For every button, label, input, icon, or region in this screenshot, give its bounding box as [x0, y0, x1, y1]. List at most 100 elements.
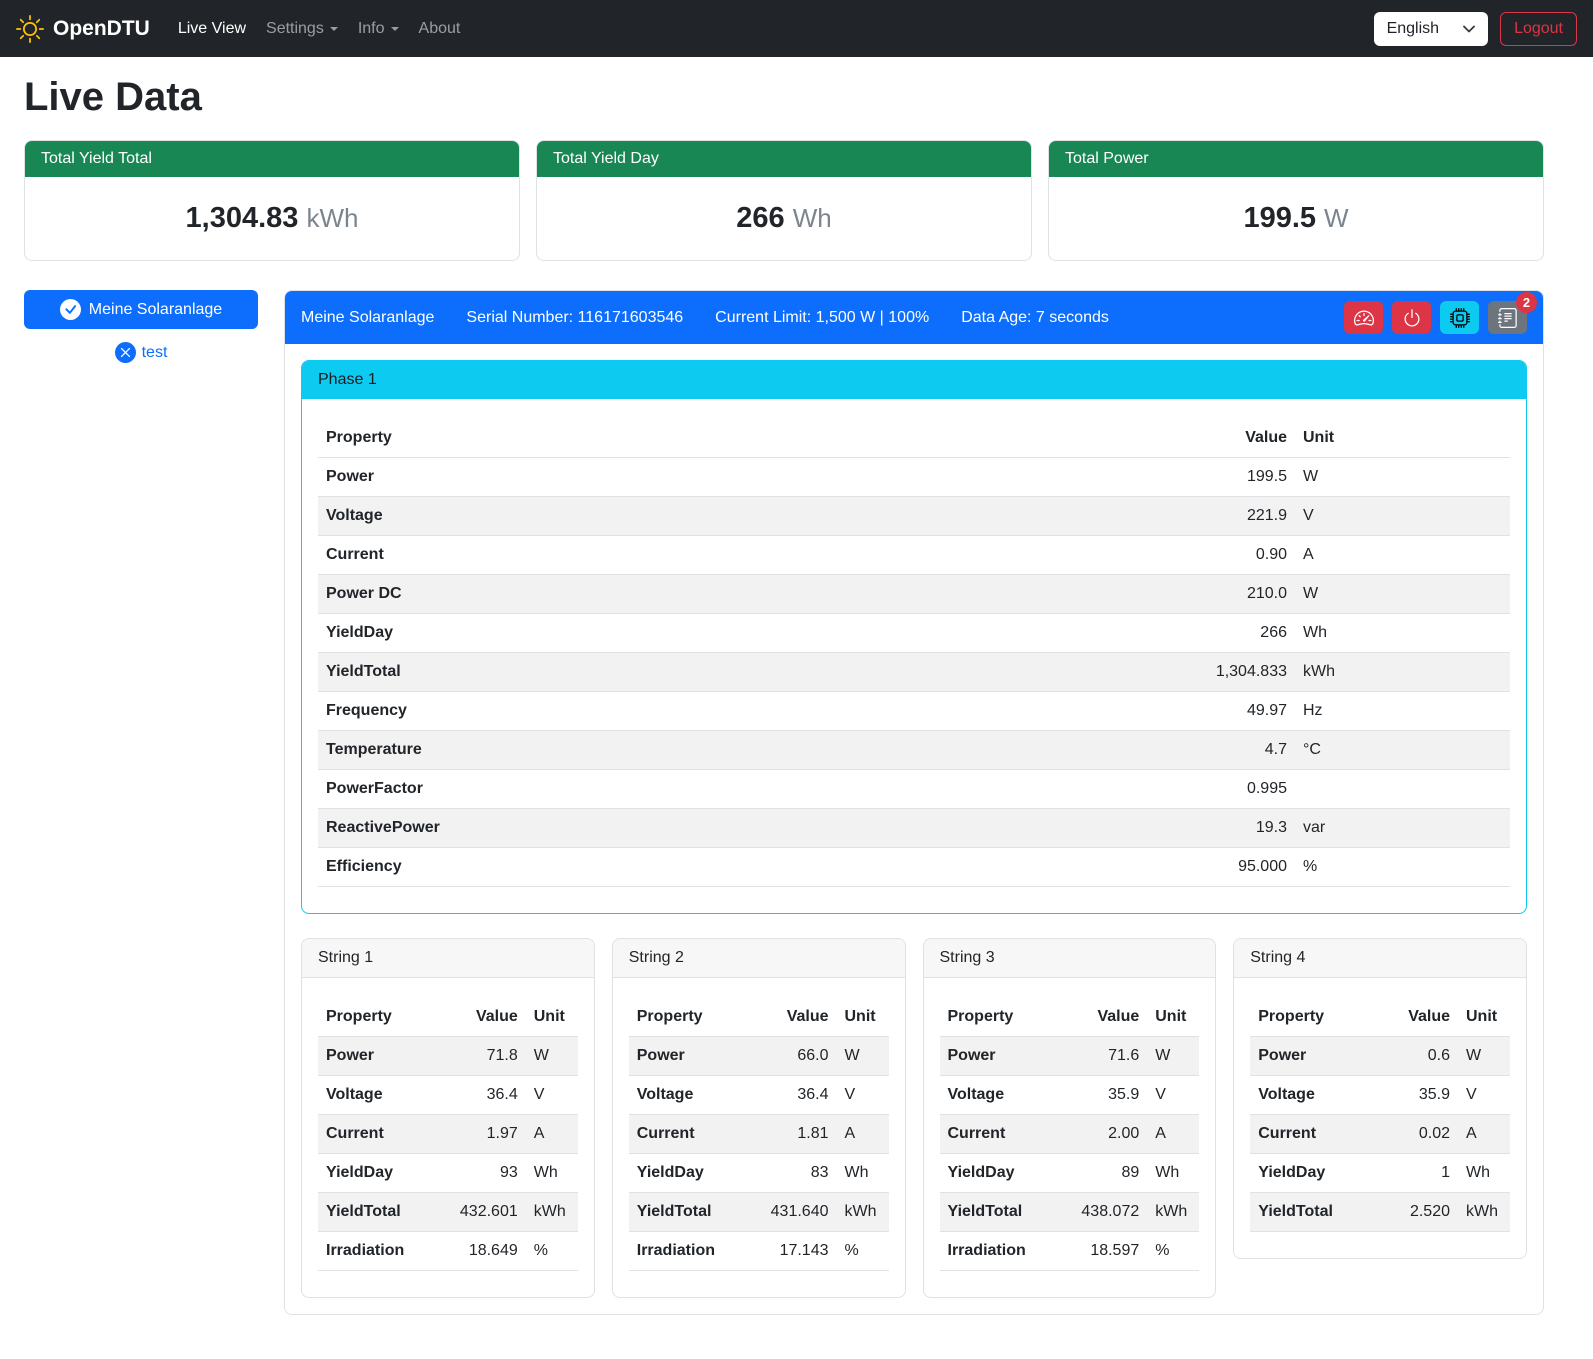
table-row: YieldTotal 432.601 kWh [318, 1193, 578, 1232]
device-info-button[interactable] [1440, 301, 1479, 334]
column-property: Property [318, 419, 1155, 458]
inverter-serial: Serial Number: 116171603546 [466, 309, 683, 327]
property-cell: YieldTotal [629, 1193, 745, 1232]
table-row: Current 1.81 A [629, 1115, 889, 1154]
x-circle-icon [115, 342, 136, 363]
event-log-button[interactable]: 2 [1488, 301, 1527, 334]
string-card: String 1 Property Value Unit [301, 938, 595, 1298]
unit-cell [1295, 770, 1510, 809]
property-cell: Power [318, 458, 1155, 497]
nav-item-about[interactable]: About [409, 12, 471, 46]
unit-cell: V [1147, 1076, 1199, 1115]
nav-links: Live View Settings Info About [168, 12, 471, 46]
value-cell: 1.97 [434, 1115, 526, 1154]
property-cell: YieldDay [318, 614, 1155, 653]
value-cell: 221.9 [1155, 497, 1295, 536]
unit-cell: °C [1295, 731, 1510, 770]
table-row: Power 71.6 W [940, 1037, 1200, 1076]
value-cell: 0.02 [1366, 1115, 1458, 1154]
unit-cell: W [1295, 575, 1510, 614]
value-cell: 93 [434, 1154, 526, 1193]
summary-value: 266 [736, 202, 784, 234]
property-cell: Irradiation [940, 1232, 1056, 1271]
unit-cell: kWh [526, 1193, 578, 1232]
property-cell: Current [629, 1115, 745, 1154]
unit-cell: Wh [1295, 614, 1510, 653]
value-cell: 1 [1366, 1154, 1458, 1193]
speedometer-icon [1354, 308, 1374, 328]
string-card-title: String 1 [302, 939, 594, 978]
summary-value: 1,304.83 [186, 202, 299, 234]
nav-item-info[interactable]: Info [348, 12, 409, 46]
table-row: Power 66.0 W [629, 1037, 889, 1076]
string-table: Property Value Unit [1250, 998, 1510, 1232]
property-cell: Power [1250, 1037, 1366, 1076]
property-cell: Current [318, 1115, 434, 1154]
table-row: Current 2.00 A [940, 1115, 1200, 1154]
brand-label: OpenDTU [53, 17, 150, 41]
property-cell: Power [940, 1037, 1056, 1076]
value-cell: 432.601 [434, 1193, 526, 1232]
language-select-value: English [1387, 20, 1439, 38]
value-cell: 35.9 [1055, 1076, 1147, 1115]
string-card-title: String 3 [924, 939, 1216, 978]
unit-cell: kWh [837, 1193, 889, 1232]
inverter-list-item-test[interactable]: test [115, 342, 168, 363]
property-cell: Voltage [629, 1076, 745, 1115]
property-cell: Current [318, 536, 1155, 575]
property-cell: YieldDay [629, 1154, 745, 1193]
table-row: Power 199.5 W [318, 458, 1510, 497]
string-card-title: String 2 [613, 939, 905, 978]
summary-unit: Wh [793, 203, 832, 233]
value-cell: 89 [1055, 1154, 1147, 1193]
brand[interactable]: OpenDTU [16, 15, 150, 43]
power-icon [1402, 308, 1422, 328]
table-row: Current 1.97 A [318, 1115, 578, 1154]
unit-cell: V [1295, 497, 1510, 536]
unit-cell: A [1458, 1115, 1510, 1154]
property-cell: YieldTotal [318, 653, 1155, 692]
value-cell: 266 [1155, 614, 1295, 653]
column-value: Value [434, 998, 526, 1037]
nav-item-settings[interactable]: Settings [256, 12, 348, 46]
property-cell: Frequency [318, 692, 1155, 731]
property-cell: PowerFactor [318, 770, 1155, 809]
unit-cell: W [1295, 458, 1510, 497]
limit-settings-button[interactable] [1344, 301, 1383, 334]
table-row: ReactivePower 19.3 var [318, 809, 1510, 848]
value-cell: 2.00 [1055, 1115, 1147, 1154]
property-cell: Irradiation [629, 1232, 745, 1271]
language-select[interactable]: English [1374, 12, 1488, 46]
column-unit: Unit [526, 998, 578, 1037]
table-row: YieldDay 266 Wh [318, 614, 1510, 653]
journal-icon [1498, 308, 1518, 328]
value-cell: 18.597 [1055, 1232, 1147, 1271]
logout-button[interactable]: Logout [1500, 12, 1577, 46]
property-cell: Current [940, 1115, 1056, 1154]
summary-card: Total Yield Day 266Wh [536, 140, 1032, 261]
summary-card-title: Total Yield Total [25, 141, 519, 177]
table-header-row: Property Value Unit [629, 998, 889, 1037]
property-cell: YieldTotal [1250, 1193, 1366, 1232]
inverter-list-item-selected[interactable]: Meine Solaranlage [24, 290, 258, 329]
nav-item-live-view[interactable]: Live View [168, 12, 256, 46]
property-cell: Temperature [318, 731, 1155, 770]
property-cell: Power [629, 1037, 745, 1076]
column-property: Property [1250, 998, 1366, 1037]
unit-cell: V [1458, 1076, 1510, 1115]
property-cell: ReactivePower [318, 809, 1155, 848]
power-button[interactable] [1392, 301, 1431, 334]
inverter-data-age: Data Age: 7 seconds [961, 309, 1109, 327]
property-cell: Voltage [318, 497, 1155, 536]
property-cell: Voltage [1250, 1076, 1366, 1115]
property-cell: Power [318, 1037, 434, 1076]
unit-cell: var [1295, 809, 1510, 848]
phase-card-title: Phase 1 [302, 361, 1526, 399]
check-circle-icon [60, 299, 81, 320]
sun-icon [16, 15, 44, 43]
value-cell: 49.97 [1155, 692, 1295, 731]
chevron-down-icon [1463, 25, 1475, 33]
column-value: Value [1055, 998, 1147, 1037]
column-property: Property [940, 998, 1056, 1037]
value-cell: 210.0 [1155, 575, 1295, 614]
